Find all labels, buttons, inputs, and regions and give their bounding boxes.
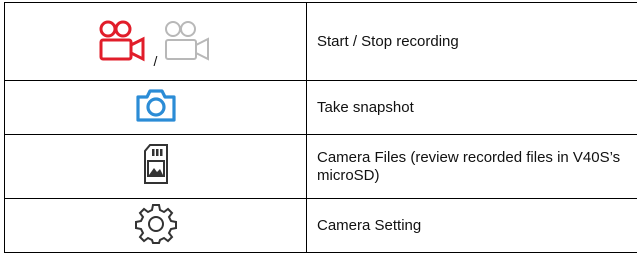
files-label: Camera Files (review recorded files in V… — [306, 134, 637, 199]
snapshot-icon-cell — [4, 80, 307, 135]
video-camera-record-icon-red — [98, 20, 148, 62]
table-row-snapshot: Take snapshot — [4, 80, 637, 135]
gear-icon — [134, 202, 177, 244]
table-row-settings: Camera Setting — [4, 198, 637, 253]
record-icons-group: / — [98, 20, 214, 68]
sd-card-image-icon — [142, 143, 170, 185]
table-row-record: / Start / Stop recording — [4, 2, 637, 81]
record-icon-cell: / — [4, 2, 307, 81]
separator-slash: / — [153, 53, 158, 69]
files-icon-cell — [4, 134, 307, 199]
video-camera-record-icon-gray — [163, 20, 213, 62]
table-row-files: Camera Files (review recorded files in V… — [4, 134, 637, 199]
icon-legend-table: / Start / Stop recording Take snapshot C… — [4, 2, 637, 253]
record-label: Start / Stop recording — [306, 2, 637, 81]
settings-icon-cell — [4, 198, 307, 253]
camera-snapshot-icon — [135, 87, 177, 123]
snapshot-label: Take snapshot — [306, 80, 637, 135]
settings-label: Camera Setting — [306, 198, 637, 253]
